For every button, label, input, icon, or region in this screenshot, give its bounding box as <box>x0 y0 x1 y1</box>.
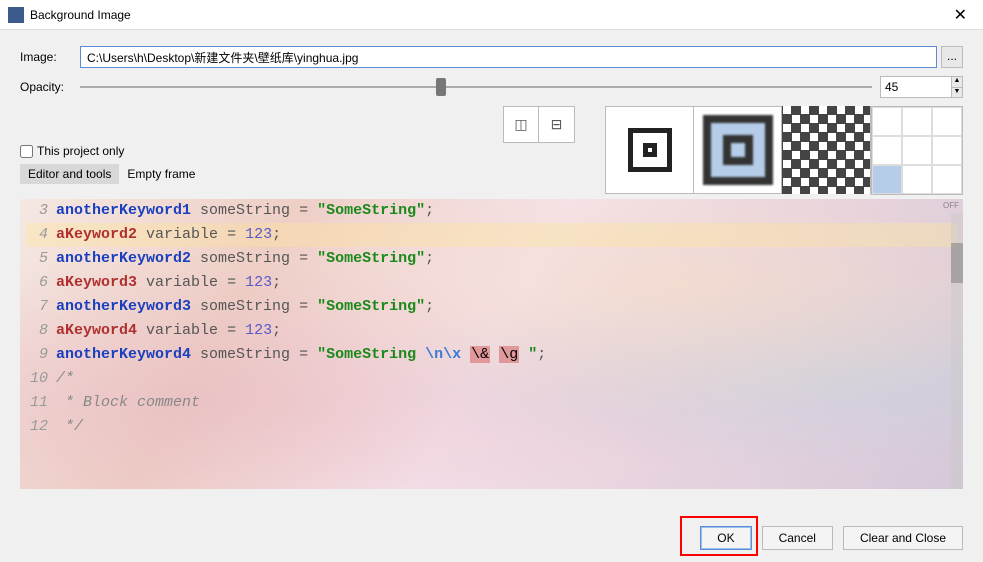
scrollbar-vertical[interactable] <box>951 213 963 489</box>
opacity-value-input[interactable]: 45 <box>880 76 952 98</box>
ok-button[interactable]: OK <box>700 526 751 550</box>
fill-tile[interactable] <box>782 107 870 193</box>
anchor-mr[interactable] <box>932 136 962 165</box>
anchor-br[interactable] <box>932 165 962 194</box>
fill-scale[interactable] <box>694 107 782 193</box>
fill-plain[interactable] <box>606 107 694 193</box>
dialog-footer: OK Cancel Clear and Close <box>0 514 983 562</box>
tab-empty-frame[interactable]: Empty frame <box>119 164 203 184</box>
flip-group: ◫ ⊟ <box>503 106 575 143</box>
clear-close-button[interactable]: Clear and Close <box>843 526 963 550</box>
image-path-input[interactable] <box>80 46 937 68</box>
close-icon[interactable]: ✕ <box>946 3 975 27</box>
app-icon <box>8 7 24 23</box>
preview-pane: OFF 3anotherKeyword1 someString = "SomeS… <box>20 199 963 489</box>
browse-button[interactable]: ... <box>941 46 963 68</box>
anchor-tr[interactable] <box>932 107 962 136</box>
image-label: Image: <box>20 50 80 64</box>
project-only-checkbox[interactable] <box>20 145 33 158</box>
anchor-mc[interactable] <box>902 136 932 165</box>
anchor-bc[interactable] <box>902 165 932 194</box>
cancel-button[interactable]: Cancel <box>762 526 833 550</box>
fill-mode-group <box>605 106 871 194</box>
opacity-slider[interactable] <box>80 76 872 98</box>
project-only-label: This project only <box>37 144 124 158</box>
titlebar: Background Image ✕ <box>0 0 983 30</box>
anchor-bl[interactable] <box>872 165 902 194</box>
anchor-ml[interactable] <box>872 136 902 165</box>
flip-vertical-icon[interactable]: ⊟ <box>539 107 574 142</box>
tab-editor-and-tools[interactable]: Editor and tools <box>20 164 119 184</box>
flip-horizontal-icon[interactable]: ◫ <box>504 107 539 142</box>
window-title: Background Image <box>30 8 946 22</box>
code-preview: 3anotherKeyword1 someString = "SomeStrin… <box>20 199 963 439</box>
slider-thumb[interactable] <box>436 78 446 96</box>
anchor-grid <box>871 106 963 195</box>
anchor-tl[interactable] <box>872 107 902 136</box>
tabs: Editor and tools Empty frame <box>20 164 503 184</box>
off-badge: OFF <box>943 201 959 210</box>
spinner-up-icon[interactable]: ▲ <box>952 77 962 88</box>
opacity-label: Opacity: <box>20 80 80 94</box>
anchor-tc[interactable] <box>902 107 932 136</box>
spinner-down-icon[interactable]: ▼ <box>952 88 962 98</box>
